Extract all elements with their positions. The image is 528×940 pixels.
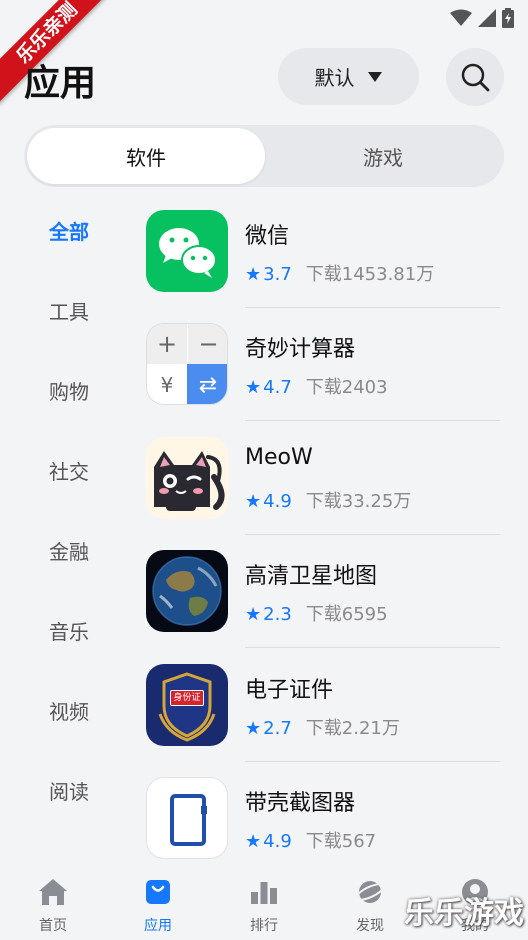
category-music[interactable]: 音乐 [24,616,114,645]
wifi-icon [450,9,472,26]
bar-chart-icon [251,882,277,904]
app-meta: ★ 2.7 下载2.21万 [245,714,400,740]
app-name: 带壳截图器 [245,791,356,816]
divider [245,761,500,762]
star-icon: ★ [245,491,262,512]
calculator-icon: + − ¥ ⇄ [146,323,228,405]
star-icon: ★ [245,604,262,625]
page-title: 应用 [24,63,97,104]
app-downloads: 下载1453.81万 [305,264,435,285]
app-name: 电子证件 [245,678,334,703]
signal-icon [478,9,496,27]
app-meta: ★ 2.3 下载6595 [245,600,388,626]
app-downloads: 下载33.25万 [305,491,412,512]
app-downloads: 下载2403 [305,377,388,398]
category-video[interactable]: 视频 [24,696,114,725]
app-name: 微信 [245,224,290,249]
caret-down-icon [367,71,382,82]
watermark: 乐乐游戏 [404,896,524,931]
app-downloads: 下载567 [305,831,377,852]
app-meta: ★ 4.9 下载33.25万 [245,487,411,513]
app-rating: 4.7 [263,377,292,398]
app-rating: 4.9 [263,491,292,512]
divider [245,307,500,308]
app-name: 高清卫星地图 [245,564,378,589]
divider [245,420,500,421]
app-rating: 2.7 [263,718,292,739]
category-finance[interactable]: 金融 [24,536,114,565]
search-icon [461,63,490,92]
id-badge-label: 身份证 [170,690,204,706]
app-name: 奇妙计算器 [245,337,356,362]
nav-ranking[interactable]: 排行 [229,875,299,935]
star-icon: ★ [245,377,262,398]
sort-dropdown-button[interactable]: 默认 [278,48,419,105]
app-list-item[interactable]: 身份证 电子证件 ★ 2.7 下载2.21万 [146,664,500,777]
calc-swap-key: ⇄ [187,364,227,404]
app-rating: 3.7 [263,264,292,285]
divider [245,647,500,648]
cat-icon [146,437,228,519]
home-icon [39,879,67,905]
sort-label: 默认 [314,66,355,90]
status-icons [450,8,514,28]
calc-minus-key: − [187,324,227,364]
nav-discover[interactable]: 发现 [335,875,405,935]
category-all[interactable]: 全部 [24,216,114,245]
app-meta: ★ 3.7 下载1453.81万 [245,260,434,286]
nav-label: 应用 [144,918,172,934]
search-button[interactable] [446,48,504,106]
calc-yen-key: ¥ [147,364,187,404]
app-list-item[interactable]: 微信 ★ 3.7 下载1453.81万 [146,210,500,323]
star-icon: ★ [245,718,262,739]
tab-games[interactable]: 游戏 [264,128,502,184]
id-badge-icon: 身份证 [146,664,228,746]
category-tools[interactable]: 工具 [24,296,114,325]
earth-icon [146,550,228,632]
app-list-item[interactable]: MeoW ★ 4.9 下载33.25万 [146,437,500,550]
tab-software[interactable]: 软件 [27,128,265,184]
star-icon: ★ [245,831,262,852]
bag-icon [146,880,170,904]
app-list-item[interactable]: + − ¥ ⇄ 奇妙计算器 ★ 4.7 下载2403 [146,323,500,436]
nav-label: 排行 [250,918,278,934]
app-name: MeoW [245,445,313,470]
app-rating: 2.3 [263,604,292,625]
nav-home[interactable]: 首页 [18,875,88,935]
calc-plus-key: + [147,324,187,364]
app-rating: 4.9 [263,831,292,852]
planet-icon [355,881,385,903]
app-downloads: 下载2.21万 [305,718,400,739]
phone-frame-icon [146,777,228,859]
app-downloads: 下载6595 [305,604,388,625]
star-icon: ★ [245,264,262,285]
app-meta: ★ 4.7 下载2403 [245,373,388,399]
nav-label: 首页 [39,918,67,934]
category-social[interactable]: 社交 [24,456,114,485]
nav-apps[interactable]: 应用 [123,875,193,935]
app-list-item[interactable]: 高清卫星地图 ★ 2.3 下载6595 [146,550,500,663]
battery-icon [502,8,514,28]
category-shopping[interactable]: 购物 [24,376,114,405]
divider [245,534,500,535]
category-reading[interactable]: 阅读 [24,776,114,805]
wechat-icon [146,210,228,292]
nav-label: 发现 [356,918,384,934]
app-meta: ★ 4.9 下载567 [245,827,376,853]
category-tabs: 软件 游戏 [24,125,504,187]
